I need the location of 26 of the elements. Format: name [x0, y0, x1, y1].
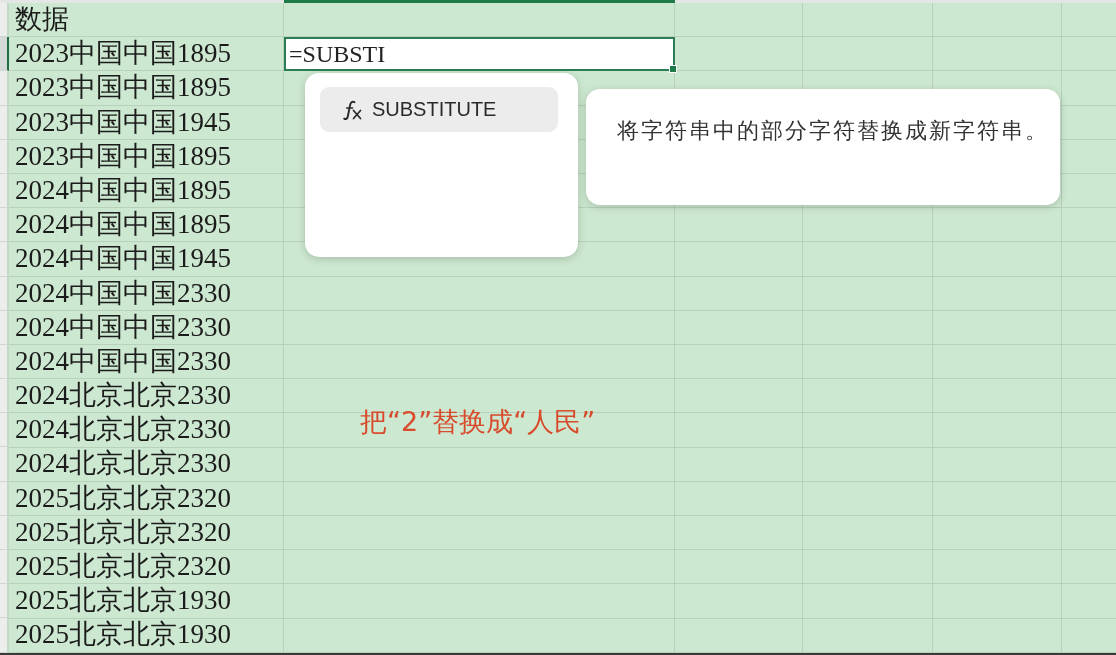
table-cell-text: 2024中国中国2330	[14, 276, 232, 310]
table-cell-text: 2023中国中国1895	[14, 71, 232, 105]
autocomplete-item[interactable]: SUBSTITUTE	[320, 87, 558, 132]
table-cell-text: 2025北京北京2320	[14, 550, 232, 583]
table-cell-text: 2023中国中国1945	[14, 105, 232, 139]
table-cell-text: 2024中国中国2330	[14, 310, 232, 344]
table-cell-text: 2025北京北京2320	[14, 515, 232, 549]
formula-input-field[interactable]: =SUBSTI	[284, 37, 675, 72]
function-icon	[341, 98, 363, 121]
table-cell-text: 2025北京北京1930	[14, 618, 232, 652]
table-cell-text: 2024中国中国2330	[14, 344, 232, 378]
table-cell-text: 2024中国中国1895	[14, 208, 232, 242]
table-cell-text: 2025北京北京1930	[14, 584, 232, 618]
table-cell-text: 2024中国中国1945	[14, 242, 232, 276]
function-description: 将字符串中的部分字符替换成新字符串。	[617, 117, 1049, 145]
table-cell-text: 数据	[14, 3, 70, 36]
table-cell-text: 2024北京北京2330	[14, 379, 232, 413]
table-cell-text: 2024北京北京2330	[14, 413, 232, 447]
table-cell-text: 2024北京北京2330	[14, 447, 232, 481]
table-cell-text: 2025北京北京2320	[14, 481, 232, 515]
row-header[interactable]	[0, 37, 9, 72]
fill-handle[interactable]	[669, 65, 677, 74]
table-cell-text: 2024中国中国1895	[14, 173, 232, 207]
table-cell-text: 2023中国中国1895	[14, 37, 232, 71]
annotation-text: 把“2”替换成“人民”	[360, 405, 596, 439]
table-cell-text: 2023中国中国1895	[14, 139, 232, 173]
